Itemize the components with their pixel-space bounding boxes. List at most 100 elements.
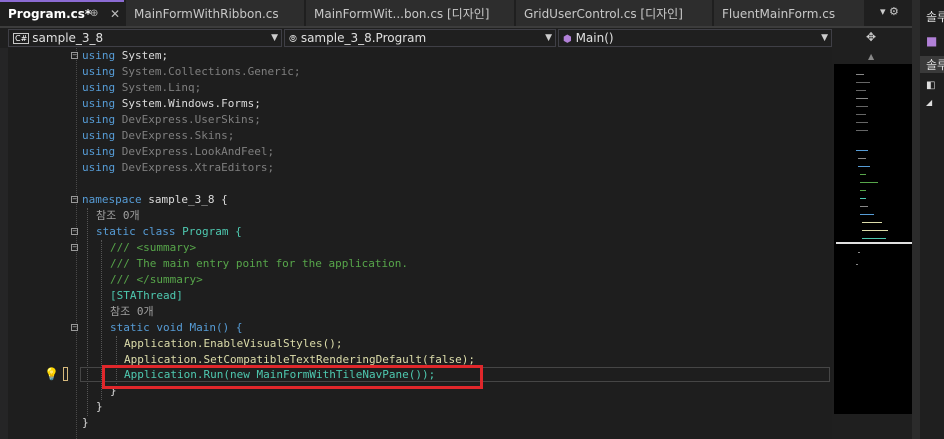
code-line: − static class Program { bbox=[0, 224, 832, 240]
code-text: static class Program { bbox=[96, 225, 242, 238]
minimap-line bbox=[856, 150, 868, 151]
minimap-viewport[interactable] bbox=[836, 242, 914, 244]
code-text: using System; bbox=[82, 49, 169, 62]
code-line: using DevExpress.LookAndFeel; bbox=[0, 144, 832, 160]
chevron-down-icon: ▼ bbox=[821, 33, 828, 43]
code-line: using System.Linq; bbox=[0, 80, 832, 96]
code-line: } bbox=[0, 415, 832, 431]
minimap-line bbox=[856, 264, 858, 265]
minimap-line bbox=[862, 222, 882, 223]
expand-arrow-icon[interactable]: ◢ bbox=[926, 98, 932, 107]
lightbulb-icon[interactable]: 💡 bbox=[44, 367, 59, 381]
code-line: − namespace sample_3_8 { bbox=[0, 192, 832, 208]
tab-fluentmainform[interactable]: FluentMainForm.cs bbox=[714, 0, 864, 26]
collapse-icon[interactable]: − bbox=[71, 52, 78, 59]
type-label: sample_3_8.Program bbox=[300, 31, 427, 45]
minimap-line bbox=[856, 114, 866, 115]
code-text: namespace sample_3_8 { bbox=[82, 193, 228, 206]
type-dropdown[interactable]: ⦾ sample_3_8.Program ▼ bbox=[284, 29, 556, 47]
tab-program-cs[interactable]: Program.cs* ⊕ ✕ bbox=[0, 0, 124, 26]
code-line: 참조 0개 bbox=[0, 208, 832, 224]
tab-label: FluentMainForm.cs bbox=[722, 7, 836, 21]
tab-label: Program.cs* bbox=[8, 7, 92, 21]
code-text: static void Main() { bbox=[110, 321, 243, 334]
code-text: using System.Linq; bbox=[82, 81, 202, 94]
solution-explorer-title: 솔루 bbox=[926, 10, 944, 24]
chevron-down-icon: ▼ bbox=[271, 33, 278, 43]
reference-count-link[interactable]: 참조 0개 bbox=[96, 208, 140, 224]
collapse-icon[interactable]: − bbox=[71, 196, 78, 203]
solution-tree-item-icon[interactable]: ◧ bbox=[926, 80, 935, 91]
minimap-line bbox=[860, 174, 866, 175]
code-minimap[interactable] bbox=[834, 64, 914, 414]
document-tab-bar: Program.cs* ⊕ ✕ MainFormWithRibbon.cs Ma… bbox=[0, 0, 920, 28]
solution-icon[interactable]: ■ bbox=[926, 34, 937, 48]
method-cube-icon: ⬢ bbox=[563, 34, 572, 45]
minimap-line bbox=[860, 198, 866, 199]
code-text: using System.Windows.Forms; bbox=[82, 97, 261, 110]
project-dropdown[interactable]: C# sample_3_8 ▼ bbox=[8, 29, 282, 47]
minimap-line bbox=[858, 166, 870, 167]
code-text: using DevExpress.Skins; bbox=[82, 129, 235, 142]
member-label: Main() bbox=[575, 31, 614, 45]
scrollbar-minimap-panel: ✥ ▲ bbox=[832, 28, 914, 439]
code-line: using System.Windows.Forms; bbox=[0, 96, 832, 112]
minimap-line bbox=[858, 158, 866, 159]
code-text: /// The main entry point for the applica… bbox=[110, 257, 409, 270]
code-line: using System.Collections.Generic; bbox=[0, 64, 832, 80]
highlight-box bbox=[102, 365, 483, 389]
tab-overflow-settings-icon[interactable]: ▾ ⚙ bbox=[880, 5, 899, 18]
close-icon[interactable]: ✕ bbox=[110, 2, 120, 26]
change-marker bbox=[63, 367, 68, 381]
minimap-line bbox=[856, 122, 868, 123]
code-line: Application.EnableVisualStyles(); bbox=[0, 336, 832, 352]
split-window-icon[interactable]: ✥ bbox=[866, 30, 876, 44]
minimap-line bbox=[856, 90, 866, 91]
reference-count-link[interactable]: 참조 0개 bbox=[110, 304, 154, 320]
minimap-line bbox=[856, 106, 868, 107]
code-line: using DevExpress.UserSkins; bbox=[0, 112, 832, 128]
code-line: using DevExpress.XtraEditors; bbox=[0, 160, 832, 176]
minimap-line bbox=[860, 214, 874, 215]
minimap-line bbox=[862, 238, 886, 239]
tab-mainformwit-designer[interactable]: MainFormWit...bon.cs [디자인] bbox=[306, 0, 514, 26]
minimap-line bbox=[856, 82, 870, 83]
code-line: − /// <summary> bbox=[0, 240, 832, 256]
code-text: using DevExpress.UserSkins; bbox=[82, 113, 261, 126]
minimap-line bbox=[856, 98, 868, 99]
code-text: /// <summary> bbox=[110, 241, 197, 254]
class-icon: ⦾ bbox=[289, 34, 297, 45]
code-editor[interactable]: − using System; using System.Collections.… bbox=[0, 48, 832, 439]
chevron-down-icon: ▼ bbox=[545, 33, 552, 43]
solution-explorer-tab[interactable]: 솔루 bbox=[920, 56, 944, 73]
navigation-bar: C# sample_3_8 ▼ ⦾ sample_3_8.Program ▼ ⬢ … bbox=[0, 28, 944, 48]
code-area[interactable]: − using System; using System.Collections.… bbox=[0, 48, 832, 439]
minimap-line bbox=[856, 74, 864, 75]
scroll-up-icon[interactable]: ▲ bbox=[868, 52, 874, 61]
code-line: − using System; bbox=[0, 48, 832, 64]
code-text: } bbox=[96, 400, 103, 413]
collapse-icon[interactable]: − bbox=[71, 228, 78, 235]
code-line: 참조 0개 bbox=[0, 304, 832, 320]
minimap-line bbox=[862, 230, 888, 231]
pin-icon[interactable]: ⊕ bbox=[90, 2, 98, 26]
collapse-icon[interactable]: − bbox=[71, 324, 78, 331]
code-line: [STAThread] bbox=[0, 288, 832, 304]
collapse-icon[interactable]: − bbox=[71, 244, 78, 251]
code-line: − static void Main() { bbox=[0, 320, 832, 336]
code-line: /// The main entry point for the applica… bbox=[0, 256, 832, 272]
code-text: using System.Collections.Generic; bbox=[82, 65, 301, 78]
minimap-line bbox=[860, 182, 878, 183]
minimap-line bbox=[856, 130, 868, 131]
project-label: sample_3_8 bbox=[32, 31, 104, 45]
tab-mainformwithribbon[interactable]: MainFormWithRibbon.cs bbox=[126, 0, 304, 26]
member-dropdown[interactable]: ⬢ Main() ▼ bbox=[558, 29, 832, 47]
code-text: [STAThread] bbox=[110, 289, 183, 302]
minimap-line bbox=[858, 252, 860, 253]
code-text: using DevExpress.LookAndFeel; bbox=[82, 145, 275, 158]
code-text: /// </summary> bbox=[110, 273, 203, 286]
tab-label: GridUserControl.cs [디자인] bbox=[524, 7, 683, 21]
tab-gridusercontrol-designer[interactable]: GridUserControl.cs [디자인] bbox=[516, 0, 712, 26]
code-line: using DevExpress.Skins; bbox=[0, 128, 832, 144]
